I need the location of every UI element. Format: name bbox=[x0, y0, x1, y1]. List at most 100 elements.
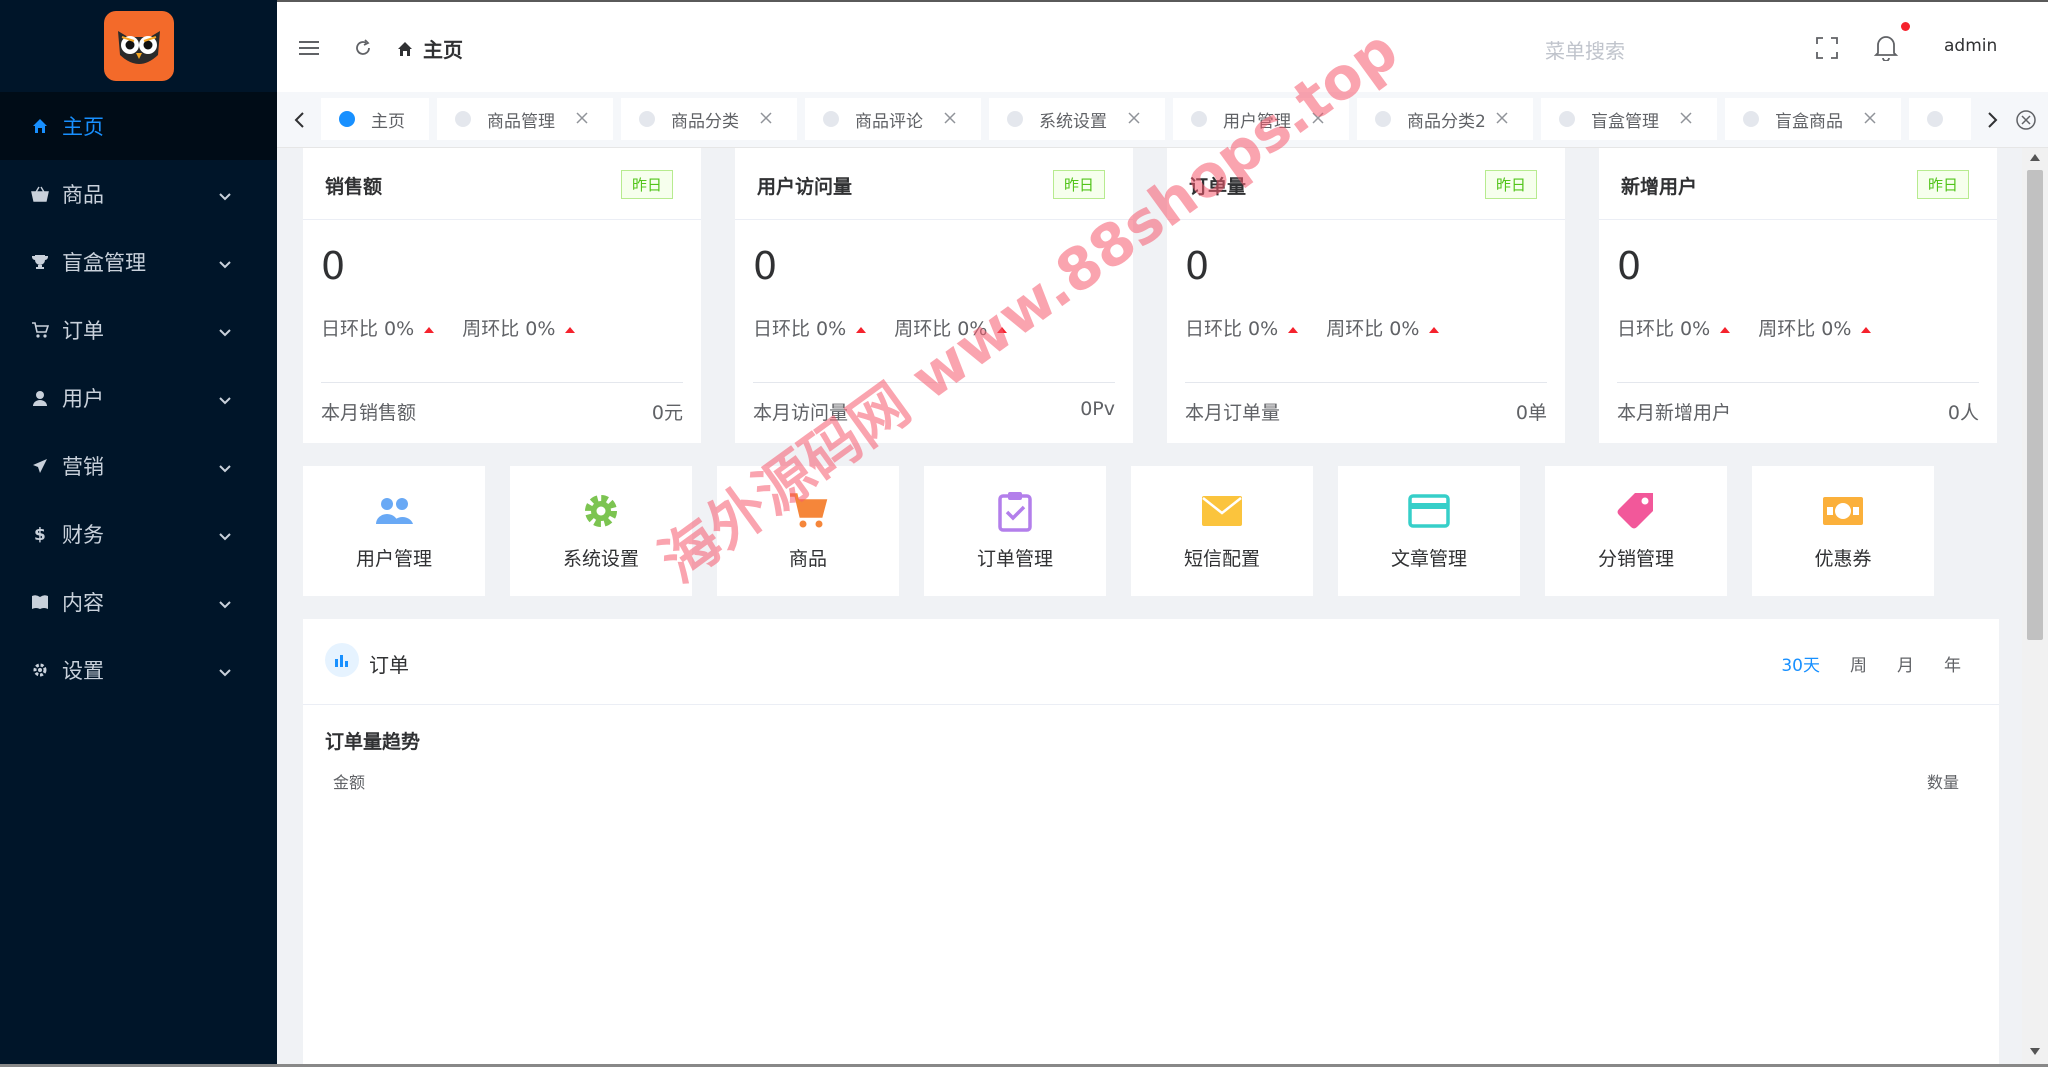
scroll-down-icon[interactable] bbox=[2030, 1048, 2040, 1055]
shortcut-5[interactable]: 文章管理 bbox=[1338, 466, 1520, 596]
tab-6[interactable]: 商品分类2 bbox=[1357, 98, 1533, 140]
shortcut-6[interactable]: 分销管理 bbox=[1545, 466, 1727, 596]
tab-status-dot bbox=[339, 111, 355, 127]
period-badge: 昨日 bbox=[620, 170, 673, 199]
shortcut-label: 优惠券 bbox=[1814, 548, 1872, 570]
breadcrumb: 主页 bbox=[397, 34, 463, 63]
period-badge: 昨日 bbox=[1052, 170, 1105, 199]
up-arrow-icon bbox=[1861, 326, 1872, 333]
fullscreen-icon[interactable] bbox=[1815, 36, 1839, 60]
tab-5[interactable]: 用户管理 bbox=[1173, 98, 1349, 140]
mail-icon bbox=[1201, 490, 1243, 532]
tab-4[interactable]: 系统设置 bbox=[989, 98, 1165, 140]
logo-area bbox=[0, 0, 277, 92]
shortcut-label: 用户管理 bbox=[355, 548, 432, 570]
shortcut-label: 短信配置 bbox=[1183, 548, 1260, 570]
period-option-0[interactable]: 30天 bbox=[1781, 651, 1820, 676]
shortcut-4[interactable]: 短信配置 bbox=[1131, 466, 1313, 596]
close-icon[interactable] bbox=[759, 110, 775, 126]
close-icon[interactable] bbox=[575, 110, 591, 126]
stat-value: 0 bbox=[321, 244, 346, 288]
tabs-scroll-left-icon[interactable] bbox=[285, 106, 313, 134]
sidebar-item-2[interactable]: 盲盒管理 bbox=[0, 228, 277, 296]
shortcut-2[interactable]: 商品 bbox=[717, 466, 899, 596]
sidebar-menu: 主页商品盲盒管理订单 用户营销 $ 财务 内容设置 bbox=[0, 92, 277, 704]
up-arrow-icon bbox=[1429, 326, 1440, 333]
sidebar-item-4[interactable]: 用户 bbox=[0, 364, 277, 432]
sidebar-item-label: 主页 bbox=[62, 115, 104, 139]
shortcut-0[interactable]: 用户管理 bbox=[303, 466, 485, 596]
tab-label: 商品管理 bbox=[487, 111, 555, 132]
close-icon[interactable] bbox=[943, 110, 959, 126]
sidebar-item-label: 商品 bbox=[62, 183, 104, 207]
gear-icon bbox=[580, 490, 622, 532]
day-ratio: 日环比 0% bbox=[753, 314, 867, 341]
shortcut-3[interactable]: 订单管理 bbox=[924, 466, 1106, 596]
stat-foot-value: 0Pv bbox=[1080, 398, 1115, 420]
tab-overflow[interactable] bbox=[1909, 98, 1971, 140]
chevron-down-icon bbox=[217, 458, 233, 474]
tab-3[interactable]: 商品评论 bbox=[805, 98, 981, 140]
sidebar-item-0[interactable]: 主页 bbox=[0, 92, 277, 160]
sidebar-item-3[interactable]: 订单 bbox=[0, 296, 277, 364]
tab-status-dot bbox=[1927, 111, 1943, 127]
bar-chart-icon bbox=[325, 643, 359, 677]
user-name[interactable]: admin bbox=[1944, 36, 1997, 56]
stat-ratios: 日环比 0% 周环比 0% bbox=[1617, 314, 1872, 341]
bell-icon[interactable] bbox=[1872, 32, 1900, 62]
tabs-scroll-right-icon[interactable] bbox=[1979, 106, 2007, 134]
sidebar-item-5[interactable]: 营销 bbox=[0, 432, 277, 500]
hamburger-icon[interactable] bbox=[297, 36, 321, 60]
sidebar: 主页商品盲盒管理订单 用户营销 $ 财务 内容设置 bbox=[0, 0, 277, 1067]
up-arrow-icon bbox=[1720, 326, 1731, 333]
clipboard-icon bbox=[994, 490, 1036, 532]
menu-search-input[interactable]: 菜单搜索 bbox=[1545, 35, 1625, 64]
money-icon bbox=[1822, 490, 1864, 532]
chevron-down-icon bbox=[217, 390, 233, 406]
sidebar-item-7[interactable]: 内容 bbox=[0, 568, 277, 636]
week-ratio-text: 周环比 0% bbox=[462, 318, 556, 340]
day-ratio-text: 日环比 0% bbox=[1617, 318, 1711, 340]
shortcut-label: 订单管理 bbox=[976, 548, 1053, 570]
week-ratio: 周环比 0% bbox=[894, 314, 1008, 341]
close-icon[interactable] bbox=[1863, 110, 1879, 126]
dollar-icon: $ bbox=[30, 524, 50, 544]
week-ratio-text: 周环比 0% bbox=[1326, 318, 1420, 340]
close-icon[interactable] bbox=[1679, 110, 1695, 126]
close-icon[interactable] bbox=[1311, 110, 1327, 126]
scroll-up-icon[interactable] bbox=[2030, 154, 2040, 161]
sidebar-item-6[interactable]: $ 财务 bbox=[0, 500, 277, 568]
stat-card-0: 销售额 昨日 0 日环比 0% 周环比 0% 本月销售额 0元 bbox=[303, 148, 701, 443]
refresh-icon[interactable] bbox=[351, 36, 375, 60]
tab-label: 商品分类2 bbox=[1407, 111, 1486, 132]
sidebar-item-label: 营销 bbox=[62, 455, 104, 479]
tab-0[interactable]: 主页 bbox=[321, 98, 429, 140]
week-ratio: 周环比 0% bbox=[1758, 314, 1872, 341]
tab-7[interactable]: 盲盒管理 bbox=[1541, 98, 1717, 140]
shortcut-7[interactable]: 优惠券 bbox=[1752, 466, 1934, 596]
up-arrow-icon bbox=[565, 326, 576, 333]
period-badge: 昨日 bbox=[1916, 170, 1969, 199]
owl-logo-icon[interactable] bbox=[103, 11, 174, 81]
order-panel-title: 订单 bbox=[369, 653, 409, 677]
card-icon bbox=[1408, 490, 1450, 532]
period-option-3[interactable]: 年 bbox=[1944, 651, 1961, 676]
sidebar-item-label: 设置 bbox=[62, 659, 104, 683]
close-all-tabs-icon[interactable] bbox=[2012, 106, 2040, 134]
send-icon bbox=[30, 456, 50, 476]
close-icon[interactable] bbox=[1127, 110, 1143, 126]
scroll-thumb[interactable] bbox=[2027, 170, 2043, 640]
close-icon[interactable] bbox=[1495, 110, 1511, 126]
tab-2[interactable]: 商品分类 bbox=[621, 98, 797, 140]
period-option-1[interactable]: 周 bbox=[1850, 651, 1867, 676]
tab-8[interactable]: 盲盒商品 bbox=[1725, 98, 1901, 140]
tab-1[interactable]: 商品管理 bbox=[437, 98, 613, 140]
shortcut-1[interactable]: 系统设置 bbox=[510, 466, 692, 596]
sidebar-item-1[interactable]: 商品 bbox=[0, 160, 277, 228]
page-scrollbar[interactable] bbox=[2022, 148, 2048, 1067]
period-option-2[interactable]: 月 bbox=[1897, 651, 1914, 676]
sidebar-item-label: 盲盒管理 bbox=[62, 251, 146, 275]
sidebar-item-8[interactable]: 设置 bbox=[0, 636, 277, 704]
shortcut-label: 系统设置 bbox=[562, 548, 639, 570]
divider bbox=[321, 382, 683, 383]
